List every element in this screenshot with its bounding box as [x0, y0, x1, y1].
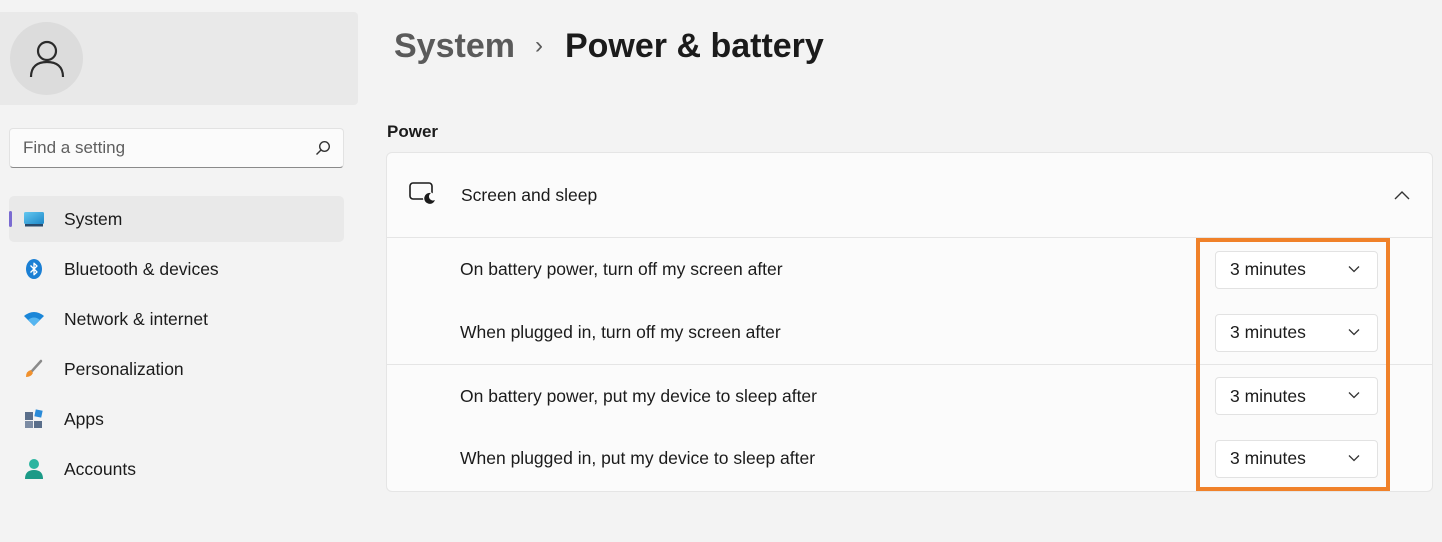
- search-input[interactable]: [23, 138, 315, 158]
- breadcrumb-parent[interactable]: System: [394, 27, 515, 66]
- account-icon: [24, 459, 44, 479]
- section-title-power: Power: [387, 122, 439, 141]
- chevron-down-icon: [1348, 328, 1360, 335]
- setting-row: When plugged in, turn off my screen afte…: [387, 301, 1432, 364]
- setting-label: When plugged in, put my device to sleep …: [460, 448, 816, 468]
- chevron-down-icon: [1348, 265, 1360, 272]
- system-monitor-icon: [24, 209, 44, 229]
- dropdown-value: 3 minutes: [1230, 448, 1306, 468]
- sidebar-item-label: Accounts: [64, 458, 136, 479]
- sidebar: System Bluetooth & devices Network & int…: [0, 0, 370, 542]
- bluetooth-icon: [24, 259, 44, 279]
- breadcrumb-separator: ›: [534, 32, 543, 59]
- search-icon[interactable]: [315, 140, 331, 156]
- dropdown-value: 3 minutes: [1230, 322, 1306, 342]
- screen-sleep-panel: Screen and sleep On battery power, turn …: [386, 152, 1433, 492]
- sidebar-item-label: System: [64, 208, 123, 229]
- plugged-sleep-dropdown[interactable]: 3 minutes: [1215, 439, 1378, 478]
- setting-label: When plugged in, turn off my screen afte…: [460, 322, 781, 342]
- sidebar-item-label: Personalization: [64, 358, 184, 379]
- chevron-up-icon[interactable]: [1394, 187, 1410, 205]
- sidebar-item-network-internet[interactable]: Network & internet: [9, 296, 344, 342]
- search-box[interactable]: [9, 128, 344, 168]
- sidebar-item-label: Network & internet: [64, 308, 208, 329]
- dropdown-value: 3 minutes: [1230, 259, 1306, 279]
- sidebar-item-label: Bluetooth & devices: [64, 258, 219, 279]
- battery-sleep-dropdown[interactable]: 3 minutes: [1215, 377, 1378, 415]
- setting-row: On battery power, turn off my screen aft…: [387, 238, 1432, 301]
- setting-row: On battery power, put my device to sleep…: [387, 364, 1432, 427]
- battery-screen-off-dropdown[interactable]: 3 minutes: [1215, 250, 1378, 289]
- wifi-icon: [24, 309, 44, 329]
- sidebar-item-personalization[interactable]: Personalization: [9, 346, 344, 392]
- avatar[interactable]: [10, 22, 83, 95]
- dropdown-value: 3 minutes: [1230, 385, 1306, 406]
- screen-sleep-header[interactable]: Screen and sleep: [387, 153, 1432, 238]
- user-card[interactable]: [0, 12, 358, 105]
- sidebar-nav: System Bluetooth & devices Network & int…: [9, 196, 344, 496]
- setting-label: On battery power, turn off my screen aft…: [460, 259, 783, 279]
- apps-icon: [24, 409, 44, 429]
- page-title: Power & battery: [564, 26, 824, 65]
- screen-sleep-title: Screen and sleep: [461, 184, 598, 205]
- person-icon: [29, 40, 64, 77]
- setting-label: On battery power, put my device to sleep…: [460, 385, 817, 406]
- paintbrush-icon: [24, 359, 44, 379]
- sidebar-item-bluetooth-devices[interactable]: Bluetooth & devices: [9, 246, 344, 292]
- sidebar-item-label: Apps: [64, 408, 104, 429]
- sidebar-item-accounts[interactable]: Accounts: [9, 446, 344, 492]
- plugged-screen-off-dropdown[interactable]: 3 minutes: [1215, 313, 1378, 352]
- setting-row: When plugged in, put my device to sleep …: [387, 427, 1432, 490]
- sidebar-item-system[interactable]: System: [9, 196, 344, 242]
- chevron-down-icon: [1348, 454, 1360, 461]
- sidebar-item-apps[interactable]: Apps: [9, 396, 344, 442]
- chevron-down-icon: [1348, 392, 1360, 399]
- breadcrumb: System › Power & battery: [394, 24, 824, 68]
- screen-sleep-icon: [409, 181, 437, 209]
